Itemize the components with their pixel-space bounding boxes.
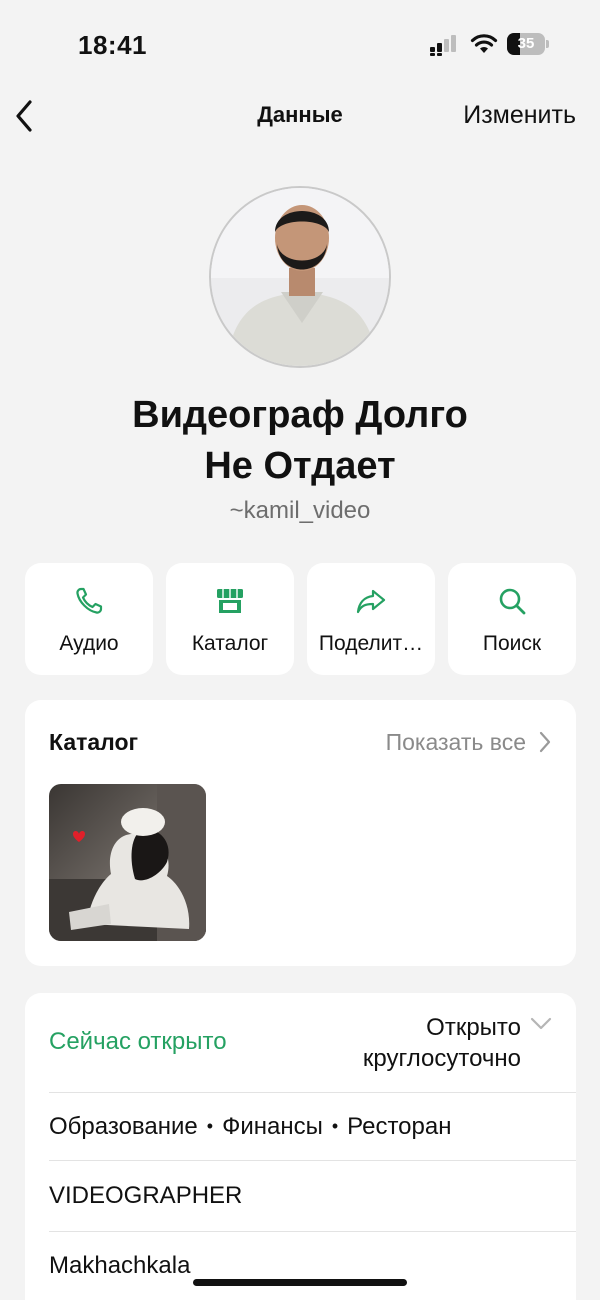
hours-line1: Открыто (426, 1014, 521, 1041)
profile-name: Видеограф Долго Не Отдает (60, 390, 540, 492)
business-info-card: Сейчас открыто Открыто круглосуточно Обр… (25, 993, 576, 1300)
category-restaurant: Ресторан (347, 1113, 452, 1140)
action-buttons: Аудио Каталог Поделит… Поиск (25, 563, 576, 675)
home-indicator[interactable] (193, 1279, 407, 1286)
catalog-item-thumbnail[interactable] (49, 784, 206, 941)
audio-call-button[interactable]: Аудио (25, 563, 153, 675)
storefront-icon (217, 589, 243, 613)
status-time: 18:41 (78, 30, 147, 60)
search-icon (499, 588, 526, 615)
edit-button[interactable]: Изменить (463, 101, 576, 130)
divider (49, 1160, 576, 1161)
divider (49, 1092, 576, 1093)
phone-icon (76, 587, 103, 614)
username: ~kamil_video (229, 497, 371, 524)
profile-name-line2: Не Отдает (204, 445, 396, 487)
catalog-item-photo (49, 784, 206, 941)
search-label: Поиск (482, 632, 542, 655)
categories-row: Образование • Финансы • Ресторан (49, 1113, 451, 1141)
search-button[interactable]: Поиск (448, 563, 576, 675)
business-city[interactable]: Makhachkala (49, 1252, 190, 1280)
cellular-signal-icon (430, 35, 456, 56)
business-description: VIDEOGRAPHER (49, 1182, 243, 1209)
separator-dot: • (331, 1116, 339, 1136)
business-hours[interactable]: Открыто круглосуточно (281, 1012, 521, 1074)
divider (49, 1231, 576, 1232)
wifi-icon (470, 34, 498, 53)
avatar[interactable] (209, 186, 391, 368)
category-education: Образование (49, 1113, 198, 1140)
status-bar: 18:41 35 (0, 0, 600, 90)
chevron-down-icon[interactable] (530, 1017, 552, 1031)
battery-level: 35 (517, 35, 535, 52)
share-arrow-icon (356, 589, 386, 614)
catalog-title: Каталог (49, 729, 139, 755)
share-button[interactable]: Поделит… (307, 563, 435, 675)
audio-label: Аудио (59, 632, 119, 655)
show-all-link[interactable]: Показать все (386, 729, 526, 756)
catalog-label: Каталог (191, 632, 269, 655)
profile-name-line1: Видеограф Долго (132, 394, 468, 436)
hours-line2: круглосуточно (362, 1045, 521, 1072)
category-finance: Финансы (222, 1113, 323, 1140)
open-status: Сейчас открыто (49, 1028, 227, 1055)
battery-indicator: 35 (507, 33, 549, 55)
share-label: Поделит… (318, 632, 424, 655)
catalog-button[interactable]: Каталог (166, 563, 294, 675)
chevron-right-icon[interactable] (538, 730, 552, 754)
separator-dot: • (206, 1116, 214, 1136)
catalog-card: Каталог Показать все (25, 700, 576, 966)
avatar-photo (211, 188, 389, 366)
